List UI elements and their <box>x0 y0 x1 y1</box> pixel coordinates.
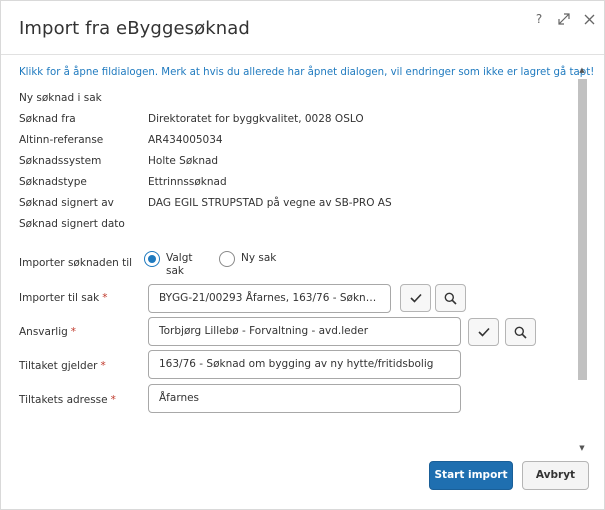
signed-by-value: DAG EGIL STRUPSTAD på vegne av SB-PRO AS <box>148 197 392 209</box>
signed-date-label: Søknad signert dato <box>19 218 125 230</box>
required-mark: * <box>110 394 116 406</box>
responsible-search-button[interactable] <box>505 318 536 346</box>
scroll-down-icon[interactable]: ▼ <box>575 443 589 453</box>
import-dialog: Import fra eByggesøknad ? Klikk for å åp… <box>0 0 605 510</box>
import-target-label: Importer søknaden til <box>19 257 133 269</box>
help-icon[interactable]: ? <box>532 11 546 27</box>
radio-selected-case-label[interactable]: Valgt sak <box>166 252 193 278</box>
header-divider <box>1 54 604 55</box>
applicant-value: Direktoratet for byggkvalitet, 0028 OSLO <box>148 113 364 125</box>
scrollbar[interactable]: ▲ ▼ <box>575 65 589 453</box>
cancel-button[interactable]: Avbryt <box>522 461 589 490</box>
radio-new-case[interactable] <box>219 251 235 267</box>
responsible-confirm-button[interactable] <box>468 318 499 346</box>
altinn-reference-label: Altinn-referanse <box>19 134 104 146</box>
application-type-label: Søknadstype <box>19 176 87 188</box>
application-type-value: Ettrinnssøknad <box>148 176 227 188</box>
check-icon <box>409 293 422 303</box>
responsible-label: Ansvarlig * <box>19 326 77 338</box>
altinn-reference-value: AR434005034 <box>148 134 223 146</box>
responsible-input[interactable]: Torbjørg Lillebø - Forvaltning - avd.led… <box>148 317 461 346</box>
measure-input[interactable]: 163/76 - Søknad om bygging av ny hytte/f… <box>148 350 461 379</box>
application-system-label: Søknadssystem <box>19 155 102 167</box>
required-mark: * <box>100 360 106 372</box>
required-mark: * <box>102 292 108 304</box>
check-icon <box>477 327 490 337</box>
required-mark: * <box>70 326 77 338</box>
radio-new-case-label[interactable]: Ny sak <box>241 252 276 265</box>
open-file-dialog-link[interactable]: Klikk for å åpne fildialogen. Merk at hv… <box>19 67 594 78</box>
signed-by-label: Søknad signert av <box>19 197 114 209</box>
dialog-title: Import fra eByggesøknad <box>19 18 250 39</box>
maximize-icon[interactable] <box>557 11 571 27</box>
case-label: Importer til sak * <box>19 292 108 304</box>
dialog-header-controls: ? <box>532 11 596 27</box>
applicant-label: Søknad fra <box>19 113 76 125</box>
case-search-button[interactable] <box>435 284 466 312</box>
measure-label: Tiltaket gjelder * <box>19 360 106 372</box>
search-icon <box>514 326 527 339</box>
start-import-button[interactable]: Start import <box>429 461 513 490</box>
application-system-value: Holte Søknad <box>148 155 219 167</box>
scroll-thumb[interactable] <box>578 79 587 380</box>
case-input[interactable]: BYGG-21/00293 Åfarnes, 163/76 - Søknad o… <box>148 284 391 313</box>
search-icon <box>444 292 457 305</box>
case-confirm-button[interactable] <box>400 284 431 312</box>
scroll-up-icon[interactable]: ▲ <box>575 65 589 75</box>
address-input[interactable]: Åfarnes <box>148 384 461 413</box>
address-label: Tiltakets adresse * <box>19 394 116 406</box>
close-icon[interactable] <box>582 11 596 27</box>
new-case-heading: Ny søknad i sak <box>19 92 102 104</box>
radio-selected-case[interactable] <box>144 251 160 267</box>
